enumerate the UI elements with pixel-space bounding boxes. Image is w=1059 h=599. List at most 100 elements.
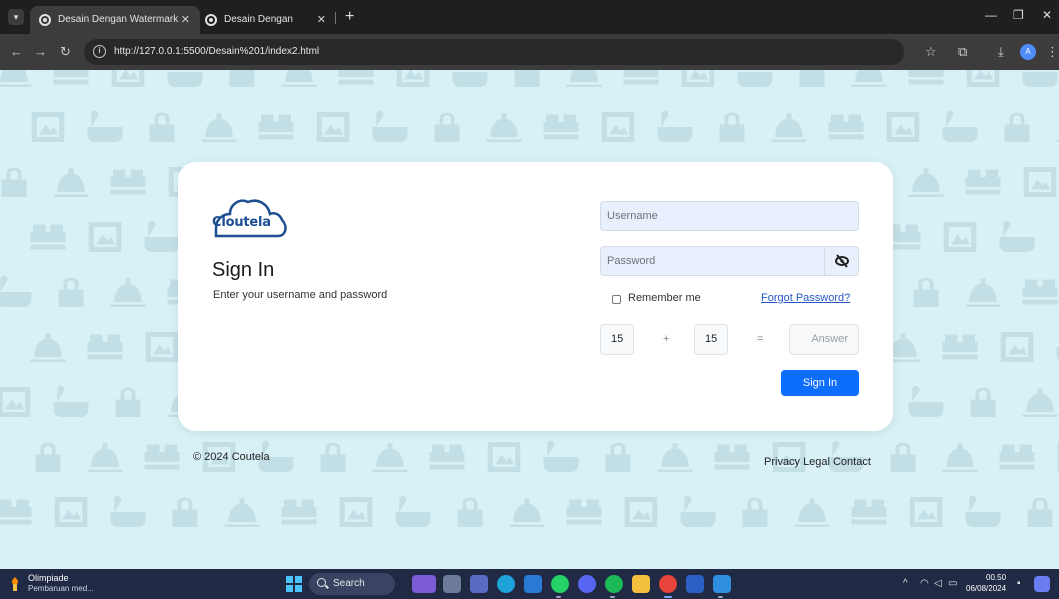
vscode-app-icon[interactable] [713, 575, 731, 593]
watermark-hotel-icon [851, 499, 887, 525]
new-tab-button[interactable]: + [345, 6, 354, 28]
watermark-hotel-icon [0, 70, 32, 87]
watermark-hotel-icon [145, 332, 179, 362]
username-input[interactable]: Username [600, 201, 859, 231]
watermark-hotel-icon [942, 110, 978, 142]
notification-icon[interactable]: ▪ [1017, 578, 1021, 589]
widgets-app-icon[interactable] [412, 575, 436, 593]
back-icon[interactable]: ← [10, 43, 23, 61]
watermark-hotel-icon [828, 114, 864, 140]
watermark-hotel-icon [0, 275, 32, 307]
close-window-icon[interactable]: ✕ [1042, 8, 1052, 22]
watermark-hotel-icon [0, 387, 31, 417]
watermark-hotel-icon [88, 222, 122, 252]
tab-search-icon[interactable]: ▾ [8, 9, 24, 25]
watermark-hotel-icon [110, 495, 146, 527]
footer-link-contact[interactable]: Contact [833, 456, 871, 468]
password-input[interactable]: Password [600, 246, 859, 276]
minimize-icon[interactable]: — [985, 8, 997, 22]
watermark-hotel-icon [115, 387, 141, 417]
url-text[interactable]: http://127.0.0.1:5500/Desain%201/index2.… [114, 39, 319, 65]
watermark-hotel-icon [54, 497, 88, 527]
discord-app-icon[interactable] [578, 575, 596, 593]
tab-desain-2[interactable]: Desain Dengan Watermark ✕ [196, 6, 336, 53]
login-card: Cloutela Sign In Enter your username and… [178, 162, 893, 431]
watermark-hotel-icon [396, 70, 430, 87]
widget-subtitle[interactable]: Pembaruan med... [28, 584, 94, 593]
edge-app-icon[interactable] [497, 575, 515, 593]
volume-icon[interactable]: ◁ [934, 578, 942, 589]
restore-icon[interactable]: ❐ [1013, 8, 1024, 22]
watermark-hotel-icon [999, 444, 1035, 470]
toggle-password-visibility-button[interactable] [824, 247, 858, 275]
watermark-hotel-icon [149, 112, 175, 142]
watermark-hotel-icon [339, 497, 373, 527]
address-bar[interactable]: i http://127.0.0.1:5500/Desain%201/index… [84, 39, 904, 65]
forgot-password-link[interactable]: Forgot Password? [761, 292, 850, 304]
watermark-hotel-icon [851, 70, 887, 87]
clock-date[interactable]: 06/08/2024 [966, 584, 1006, 593]
watermark-hotel-icon [229, 70, 255, 87]
chrome-app-icon[interactable] [659, 575, 677, 593]
watermark-hotel-icon [87, 443, 123, 472]
watermark-hotel-icon [566, 499, 602, 525]
windows-start-icon[interactable] [286, 576, 302, 592]
watermark-hotel-icon [1, 167, 27, 197]
tab-desain-1[interactable]: Desain Dengan Watermark ✕ [30, 6, 200, 34]
copilot-app-icon[interactable] [1034, 576, 1050, 592]
page-title: Sign In [212, 259, 275, 281]
sign-in-button[interactable]: Sign In [781, 370, 859, 396]
site-info-icon[interactable]: i [93, 45, 106, 58]
remember-me-label[interactable]: Remember me [628, 292, 701, 304]
watermark-hotel-icon [886, 112, 920, 142]
reload-icon[interactable]: ↻ [60, 43, 71, 61]
watermark-hotel-icon [167, 70, 203, 87]
watermark-hotel-icon [457, 497, 483, 527]
captcha-answer-placeholder: Answer [811, 333, 848, 345]
close-tab-icon[interactable]: ✕ [317, 6, 326, 34]
bookmark-star-icon[interactable]: ☆ [925, 44, 937, 60]
watermark-hotel-icon [970, 387, 996, 417]
tray-chevron-up-icon[interactable]: ^ [903, 578, 908, 589]
folder-app-icon[interactable] [632, 575, 650, 593]
running-indicator [610, 596, 615, 598]
footer-link-privacy[interactable]: Privacy [764, 456, 800, 468]
wifi-icon[interactable]: ◠ [920, 578, 929, 589]
profile-avatar[interactable]: A [1020, 44, 1036, 60]
store-app-icon[interactable] [524, 575, 542, 593]
close-tab-icon[interactable]: ✕ [181, 6, 190, 34]
watermark-hotel-icon [514, 70, 540, 87]
file-manager-app-icon[interactable] [443, 575, 461, 593]
tab-divider [335, 12, 336, 24]
torch-icon[interactable] [9, 577, 21, 591]
word-app-icon[interactable] [686, 575, 704, 593]
watermark-hotel-icon [794, 498, 830, 527]
captcha-equals-sign: = [757, 333, 764, 345]
watermark-hotel-icon [509, 498, 545, 527]
download-icon[interactable]: ⤓ [998, 44, 1004, 60]
captcha-answer-input[interactable]: Answer [789, 324, 859, 355]
battery-icon[interactable]: ▭ [948, 578, 957, 589]
browser-toolbar: ← → ↻ i http://127.0.0.1:5500/Desain%201… [0, 34, 1059, 70]
whatsapp-app-icon[interactable] [551, 575, 569, 593]
watermark-hotel-icon [31, 112, 65, 142]
menu-kebab-icon[interactable]: ⋮ [1046, 44, 1059, 60]
widget-title[interactable]: Olimpiade [28, 573, 69, 583]
clock-time[interactable]: 00.50 [986, 573, 1006, 582]
watermark-hotel-icon [144, 220, 180, 252]
teams-app-icon[interactable] [470, 575, 488, 593]
remember-me-checkbox[interactable] [612, 295, 621, 304]
watermark-hotel-icon [111, 70, 145, 87]
watermark-hotel-icon [258, 114, 294, 140]
captcha-number-b: 15 [694, 324, 728, 355]
watermark-hotel-icon [110, 169, 146, 195]
footer-links: Privacy Legal Contact [764, 456, 874, 468]
forward-icon[interactable]: → [34, 43, 47, 61]
footer-link-legal[interactable]: Legal [803, 456, 830, 468]
taskbar-search[interactable]: Search [309, 573, 395, 595]
extensions-icon[interactable]: ⧉ [958, 44, 967, 60]
watermark-hotel-icon [110, 278, 146, 307]
search-label: Search [333, 578, 365, 589]
watermark-hotel-icon [372, 110, 408, 142]
spotify-app-icon[interactable] [605, 575, 623, 593]
